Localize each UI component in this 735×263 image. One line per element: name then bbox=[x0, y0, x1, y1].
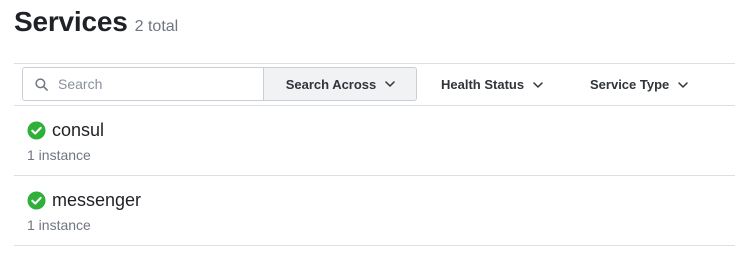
page-header: Services 2 total bbox=[14, 6, 178, 38]
service-list: consul 1 instance messenger 1 instance bbox=[14, 106, 735, 246]
check-circle-icon bbox=[27, 191, 46, 210]
health-status-label: Health Status bbox=[441, 77, 525, 92]
search-icon bbox=[35, 78, 48, 91]
chevron-down-icon bbox=[533, 81, 543, 88]
chevron-down-icon bbox=[385, 81, 396, 87]
page-title: Services bbox=[14, 6, 128, 37]
filter-toolbar: Search Across Health Status Service Type bbox=[14, 63, 735, 106]
service-type-label: Service Type bbox=[590, 77, 670, 92]
search-across-label: Search Across bbox=[285, 76, 377, 92]
search-box: Search Across bbox=[22, 67, 417, 101]
search-input[interactable] bbox=[58, 68, 263, 100]
service-count: 2 total bbox=[134, 18, 179, 35]
service-row-messenger[interactable]: messenger 1 instance bbox=[14, 176, 735, 246]
service-name[interactable]: messenger bbox=[52, 190, 141, 211]
health-status-filter[interactable]: Health Status bbox=[441, 64, 543, 105]
chevron-down-icon bbox=[678, 81, 689, 88]
service-type-filter[interactable]: Service Type bbox=[590, 64, 689, 105]
search-across-dropdown[interactable]: Search Across bbox=[263, 68, 416, 100]
services-page: Services 2 total Search Across Health St… bbox=[0, 0, 735, 263]
service-name[interactable]: consul bbox=[52, 120, 104, 141]
check-circle-icon bbox=[27, 121, 46, 140]
instance-count: 1 instance bbox=[27, 217, 91, 233]
instance-count: 1 instance bbox=[27, 147, 91, 163]
service-row-consul[interactable]: consul 1 instance bbox=[14, 106, 735, 176]
